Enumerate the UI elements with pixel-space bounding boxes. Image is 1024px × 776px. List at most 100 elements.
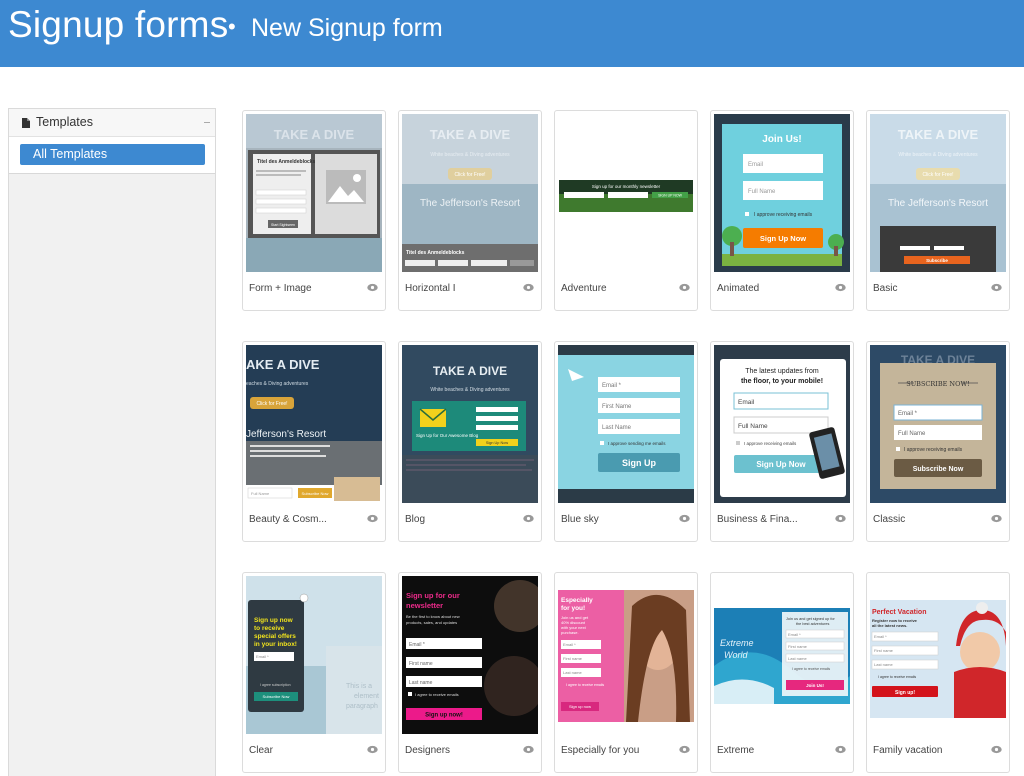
template-card-clear[interactable]: This is a element paragraph Sign up now …	[242, 572, 386, 773]
preview-text: I approve receiving emails	[754, 212, 813, 218]
preview-text: Last name	[874, 662, 893, 667]
preview-text: Especially	[561, 597, 593, 604]
preview-text: the best adventures	[796, 622, 829, 626]
template-thumbnail: TAKE A DIVE Titel des Anmeldeblocks Star…	[246, 114, 382, 272]
preview-text: Sign Up Now	[756, 460, 806, 469]
sidebar-header: Templates	[9, 109, 215, 137]
template-card-animated[interactable]: Join Us! Email Full Name I approve recei…	[710, 110, 854, 311]
preview-text: Email *	[874, 634, 887, 639]
preview-text: Sign Up Now	[760, 234, 806, 243]
template-thumbnail: Email * First Name Last Name I approve s…	[558, 345, 694, 503]
preview-text: Full Name	[738, 423, 768, 430]
file-icon	[22, 118, 30, 128]
preview-text: to receive	[254, 625, 285, 632]
preview-text: Sign Up for Our Awesome Blog	[416, 433, 479, 438]
template-name: Clear	[249, 745, 273, 756]
template-name: Adventure	[561, 283, 607, 294]
preview-eye-icon[interactable]	[679, 514, 690, 523]
preview-eye-icon[interactable]	[367, 514, 378, 523]
preview-eye-icon[interactable]	[835, 514, 846, 523]
preview-text: all the latest news.	[872, 623, 907, 628]
preview-text: This is a	[346, 683, 372, 690]
preview-text: Click for Free!	[922, 172, 953, 178]
preview-text: Last name	[788, 656, 807, 661]
sidebar-item-all-templates[interactable]: All Templates	[20, 144, 205, 165]
template-thumbnail: TAKE A DIVE White beaches & Diving adven…	[402, 114, 538, 272]
preview-text: First name	[788, 644, 808, 649]
preview-text: Jefferson's Resort	[246, 429, 326, 440]
preview-text: Sign Up	[622, 458, 656, 468]
page-header: Signup forms • New Signup form	[0, 0, 1024, 67]
template-card-designers[interactable]: Sign up for our newsletter Be the first …	[398, 572, 542, 773]
preview-text: eaches & Diving adventures	[246, 381, 309, 387]
template-card-beauty-cosmetics[interactable]: AKE A DIVE eaches & Diving adventures Cl…	[242, 341, 386, 542]
template-card-basic[interactable]: TAKE A DIVE White beaches & Diving adven…	[866, 110, 1010, 311]
template-card-adventure[interactable]: Sign up for our monthly newsletter SIGN …	[554, 110, 698, 311]
preview-text: TAKE A DIVE	[433, 364, 507, 378]
preview-text: Last Name	[602, 425, 632, 431]
preview-text: Email *	[563, 642, 576, 647]
preview-text: First name	[409, 661, 433, 667]
preview-text: I agree subscription	[260, 683, 291, 687]
preview-eye-icon[interactable]	[991, 514, 1002, 523]
preview-text: special offers	[254, 633, 296, 640]
template-name: Basic	[873, 283, 898, 294]
preview-text: I approve sending me emails	[608, 441, 666, 446]
template-thumbnail: TAKE A DIVE SUBSCRIBE NOW! Email * Full …	[870, 345, 1006, 503]
template-card-family-vacation[interactable]: Perfect Vacation Register now to receive…	[866, 572, 1010, 773]
template-name: Classic	[873, 514, 906, 525]
preview-eye-icon[interactable]	[679, 283, 690, 292]
template-card-horizontal-i[interactable]: TAKE A DIVE White beaches & Diving adven…	[398, 110, 542, 311]
preview-eye-icon[interactable]	[835, 745, 846, 754]
preview-text: The Jefferson's Resort	[888, 198, 988, 209]
sidebar-section-label: Templates	[36, 115, 93, 129]
preview-text: products, sales, and updates	[406, 620, 457, 625]
template-name: Especially for you	[561, 745, 640, 756]
preview-text: the floor, to your mobile!	[741, 378, 823, 385]
preview-eye-icon[interactable]	[367, 283, 378, 292]
template-card-business-finance[interactable]: The latest updates from the floor, to yo…	[710, 341, 854, 542]
template-card-classic[interactable]: TAKE A DIVE SUBSCRIBE NOW! Email * Full …	[866, 341, 1010, 542]
preview-eye-icon[interactable]	[835, 283, 846, 292]
template-name: Blue sky	[561, 514, 599, 525]
template-name: Horizontal I	[405, 283, 456, 294]
preview-text: Extreme	[720, 638, 754, 648]
preview-text: Email *	[898, 411, 918, 417]
preview-text: AKE A DIVE	[246, 357, 320, 372]
preview-eye-icon[interactable]	[679, 745, 690, 754]
preview-text: Last name	[563, 670, 582, 675]
preview-text: The latest updates from	[745, 368, 819, 375]
template-thumbnail: This is a element paragraph Sign up now …	[246, 576, 382, 734]
preview-eye-icon[interactable]	[991, 283, 1002, 292]
collapse-icon[interactable]	[204, 122, 210, 123]
preview-text: SIGN UP NOW	[658, 194, 683, 198]
template-card-blue-sky[interactable]: Email * First Name Last Name I approve s…	[554, 341, 698, 542]
preview-eye-icon[interactable]	[523, 745, 534, 754]
template-name: Blog	[405, 514, 426, 525]
template-thumbnail: Sign up for our newsletter Be the first …	[402, 576, 538, 734]
preview-text: element	[354, 693, 379, 700]
template-card-especially-for-you[interactable]: Especially for you! Join us and get 40% …	[554, 572, 698, 773]
preview-eye-icon[interactable]	[367, 745, 378, 754]
template-name: Animated	[717, 283, 760, 294]
preview-text: I approve receiving emails	[904, 447, 963, 453]
preview-text: Full Name	[748, 189, 776, 195]
preview-text: Email *	[788, 632, 801, 637]
preview-text: Full Name	[898, 431, 926, 437]
preview-eye-icon[interactable]	[523, 283, 534, 292]
preview-text: Sign up now!	[425, 713, 463, 719]
sidebar-list: All Templates	[9, 137, 215, 174]
template-card-extreme[interactable]: Extreme World Join us and get signed up …	[710, 572, 854, 773]
preview-text: purchase.	[561, 630, 579, 635]
preview-text: The Jefferson's Resort	[420, 198, 520, 209]
preview-eye-icon[interactable]	[991, 745, 1002, 754]
preview-eye-icon[interactable]	[523, 514, 534, 523]
template-card-form-image[interactable]: TAKE A DIVE Titel des Anmeldeblocks Star…	[242, 110, 386, 311]
preview-text: Sign up for our	[406, 591, 460, 600]
template-thumbnail: Extreme World Join us and get signed up …	[714, 576, 850, 734]
preview-text: Sign Up Now	[486, 441, 508, 445]
template-card-blog[interactable]: TAKE A DIVE White beaches & Diving adven…	[398, 341, 542, 542]
preview-text: I agree to receive emails	[566, 683, 604, 687]
preview-text: Subscribe Now	[913, 466, 964, 473]
preview-text: Email	[738, 399, 755, 406]
